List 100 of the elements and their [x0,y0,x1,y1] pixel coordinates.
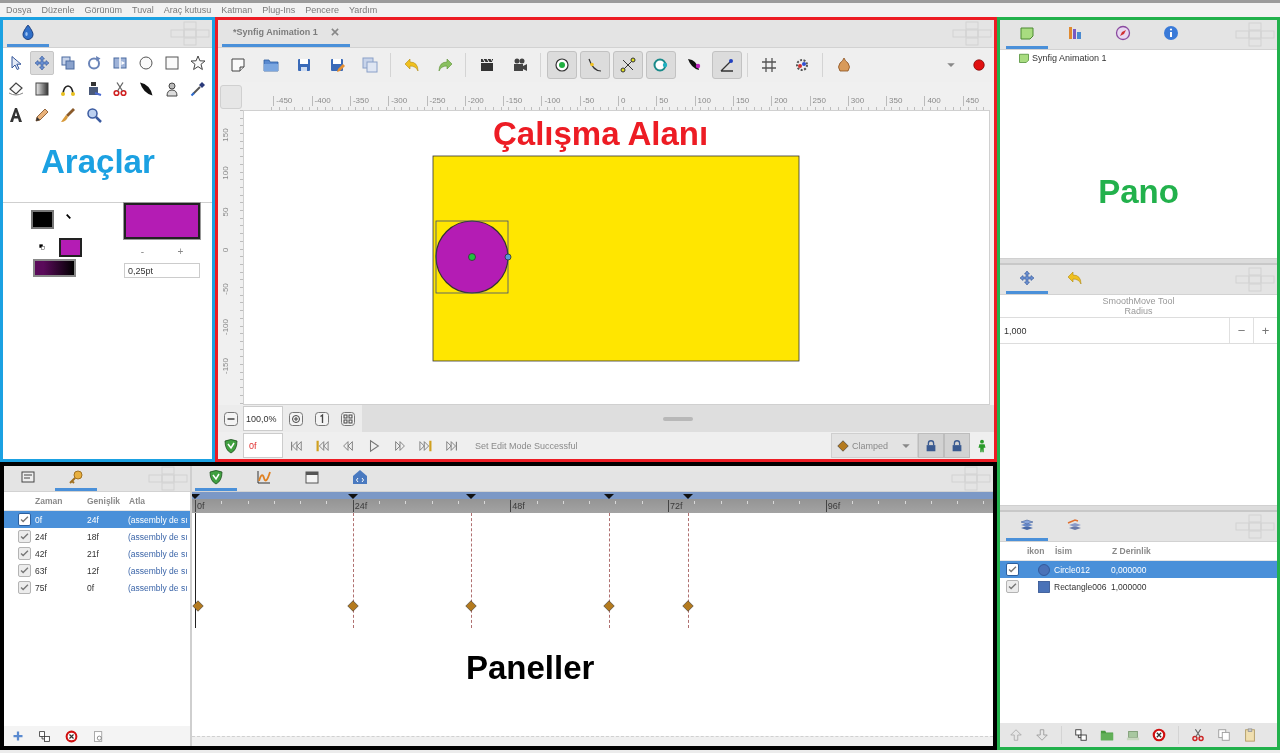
menu-item[interactable]: Plug-Ins [262,5,296,15]
dock-grip-icon[interactable] [170,21,210,46]
center-handle-icon[interactable] [468,253,476,261]
tree-item[interactable]: Synfig Animation 1 [1000,50,1107,64]
time-field[interactable]: 0f [243,433,283,458]
column-header[interactable]: İsim [1052,546,1109,556]
layers-icon [1019,517,1035,533]
menu-item[interactable]: Dosya [6,5,32,15]
interpolation-dropdown[interactable]: Clamped [831,433,918,458]
ink-bottle-icon [86,81,102,97]
canvas[interactable]: Çalışma Alanı [243,110,990,405]
radius-handle-icon[interactable] [504,253,512,261]
fill-color-swatch[interactable] [59,237,82,257]
angle-handles-toggle[interactable] [711,51,742,79]
status-message: Set Edit Mode Successful [475,440,578,451]
target-icon [553,57,570,73]
menu-item[interactable]: Yardım [348,5,378,15]
menu-item[interactable]: Tuval [132,5,154,15]
menu-item[interactable]: Pencere [305,5,339,15]
folder-icon [262,57,279,73]
rotate-icon [86,55,102,71]
reset-colors-button[interactable] [39,244,45,250]
menu-item[interactable]: Araç kutusu [163,5,212,15]
angle-icon [718,57,735,73]
scrollbar-thumb[interactable] [663,416,693,421]
show-handles-toggle[interactable] [546,51,577,79]
outline-color-swatch[interactable] [31,210,54,229]
play-icon [367,438,381,453]
redo-icon [436,57,453,73]
width-field[interactable]: 0,25pt [124,263,200,278]
annotation-label: Çalışma Alanı [493,114,709,154]
table-cell-text: (assembly de sı [127,514,189,525]
keyframe-row[interactable]: 24f 18f (assembly de sı [4,528,190,545]
layer-row[interactable]: Circle012 0,000000 [1000,561,1277,578]
checkbox[interactable] [18,547,31,560]
column-header[interactable]: ikon [1024,546,1052,556]
polygon-icon [8,81,24,97]
scrollbar-track[interactable] [192,736,993,746]
checkmark-icon [19,531,30,542]
scissors-icon [112,81,128,97]
keyframe-row[interactable]: 42f 21f (assembly de sı [4,545,190,562]
keyframe-lock-button[interactable] [944,433,970,458]
column-header[interactable]: Zaman [32,496,84,506]
table-cell-text: 12f [86,565,100,576]
diamond-icon[interactable] [192,600,204,612]
keyframe-row[interactable]: 63f 12f (assembly de sı [4,562,190,579]
rewind-icon [341,438,355,453]
keyframe-row[interactable]: 0f 24f (assembly de sı [4,511,190,528]
gradient-swatch[interactable] [33,259,76,277]
keyframe-row[interactable]: 75f 0f (assembly de sı [4,579,190,596]
movie-camera-icon [511,57,528,73]
ruler-label: 200 [771,96,788,106]
zoom-field[interactable]: 100,0% [243,406,283,431]
close-button[interactable] [329,27,340,37]
scissors-icon [1191,728,1205,742]
arrow-cursor-icon [8,55,24,71]
folder-icon [1100,728,1114,742]
checkbox[interactable] [18,581,31,594]
clapperboard-icon [478,57,495,73]
compass-icon [1115,25,1131,41]
record-icon [971,58,986,72]
dock-grip-icon[interactable] [951,466,991,491]
swap-colors-button[interactable] [66,214,71,219]
menu-item[interactable]: Katman [221,5,253,15]
checkbox[interactable] [1005,580,1019,593]
tangent-handles-toggle[interactable] [612,51,643,79]
ruler-label: -200 [464,96,484,106]
keyframe-lock-button[interactable] [918,433,944,458]
floppy-stack-icon [361,57,378,73]
parameter-label: Radius [1123,306,1154,316]
copy-icon [1217,728,1231,742]
dock-grip-icon[interactable] [952,21,992,46]
checkbox[interactable] [1005,563,1019,576]
snap-icon [793,57,810,73]
column-header[interactable]: Genişlik [84,496,126,506]
menu-item[interactable]: Düzenle [41,5,75,15]
decrease-width-button[interactable]: - [140,246,145,258]
table-cell-text: 75f [34,582,48,593]
width-handles-toggle[interactable] [579,51,610,79]
swap-icon [66,214,71,219]
radius-handles-toggle[interactable] [645,51,676,79]
checkbox[interactable] [18,564,31,577]
checkbox[interactable] [18,530,31,543]
dock-grip-icon[interactable] [148,466,188,491]
column-header[interactable]: Z Derinlik [1109,546,1277,556]
group-icon [38,729,51,743]
clipboard-icon [1243,728,1257,742]
increase-width-button[interactable]: + [177,246,184,258]
skip-end-icon [445,438,459,453]
column-header[interactable]: Atla [126,496,190,506]
shield-icon [222,437,239,454]
decrement-button[interactable]: − [1229,318,1253,343]
ruler-label: 0 [221,246,231,255]
time-ruler[interactable]: 0f 24f 48f 72f 96f [192,492,993,513]
ruler-label: 350 [886,96,903,106]
actual-size-icon [314,410,330,427]
layer-row[interactable]: Rectangle006 1,000000 [1000,578,1277,595]
menu-item[interactable]: Görünüm [84,5,123,15]
checkbox[interactable] [18,513,31,526]
increment-button[interactable]: + [1253,318,1277,343]
